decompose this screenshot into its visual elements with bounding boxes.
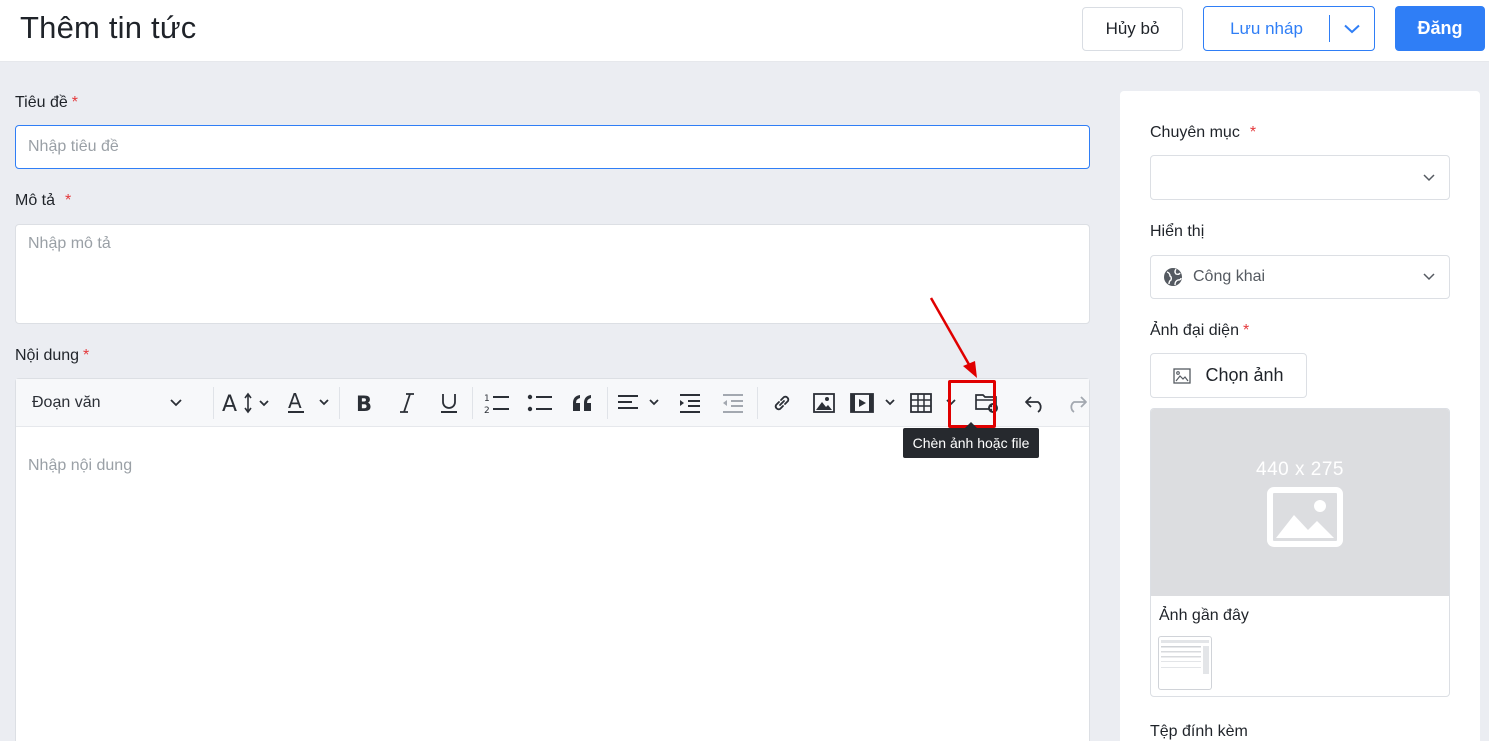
bold-button[interactable]: B <box>348 387 380 419</box>
image-placeholder[interactable]: 440 x 275 <box>1151 409 1449 596</box>
toolbar-divider <box>472 387 473 419</box>
highlight-box <box>948 380 996 428</box>
outdent-icon <box>723 394 743 413</box>
draft-options-button[interactable] <box>1330 7 1374 50</box>
redo-icon <box>1070 396 1087 413</box>
recent-images-label: Ảnh gần đây <box>1159 607 1249 624</box>
image-icon <box>813 393 835 413</box>
bulleted-list-button[interactable] <box>523 387 557 419</box>
toolbar-divider <box>339 387 340 419</box>
font-size-button[interactable]: A <box>221 387 273 419</box>
outdent-button[interactable] <box>716 387 750 419</box>
choose-image-button[interactable]: Chọn ảnh <box>1150 353 1307 398</box>
bold-icon: B <box>356 392 372 414</box>
font-color-icon: A <box>288 390 329 413</box>
blockquote-button[interactable] <box>566 387 600 419</box>
numbered-list-icon: 12 <box>484 394 509 414</box>
chevron-down-icon <box>1344 24 1360 33</box>
visibility-select[interactable]: Công khai <box>1150 255 1450 299</box>
svg-text:A: A <box>288 390 302 413</box>
image-button[interactable] <box>807 387 841 419</box>
insert-file-tooltip: Chèn ảnh hoặc file <box>903 422 1039 458</box>
content-label: Nội dung * <box>15 347 89 365</box>
annotation-arrow <box>929 297 977 378</box>
undo-icon <box>1025 396 1042 413</box>
redo-button[interactable] <box>1060 387 1094 419</box>
save-draft-button[interactable]: Lưu nháp <box>1204 7 1329 50</box>
category-label: Chuyên mục * <box>1150 124 1256 142</box>
media-icon <box>850 393 895 413</box>
underline-button[interactable] <box>433 387 465 419</box>
svg-text:A: A <box>222 392 237 415</box>
page-title: Thêm tin tức <box>20 10 197 45</box>
font-size-icon: A <box>222 392 269 415</box>
recent-image-thumbnail[interactable] <box>1158 636 1212 690</box>
save-draft-button-group: Lưu nháp <box>1203 6 1375 51</box>
required-mark: * <box>65 192 72 209</box>
visibility-value: Công khai <box>1193 268 1266 285</box>
undo-button[interactable] <box>1018 387 1052 419</box>
toolbar-divider <box>607 387 608 419</box>
italic-icon <box>400 393 414 413</box>
category-label-text: Chuyên mục <box>1150 124 1240 141</box>
chevron-down-icon <box>1423 273 1435 281</box>
font-color-button[interactable]: A <box>284 387 334 419</box>
content-label-text: Nội dung <box>15 347 80 364</box>
link-icon <box>774 395 790 411</box>
page-header: Thêm tin tức Hủy bỏ Lưu nháp Đăng <box>0 0 1489 62</box>
choose-image-label: Chọn ảnh <box>1205 365 1284 385</box>
media-button[interactable] <box>849 387 901 419</box>
content-input[interactable]: Nhập nội dung <box>28 457 132 475</box>
svg-text:1: 1 <box>484 394 490 404</box>
bulleted-list-icon <box>527 394 552 412</box>
image-icon <box>1173 367 1192 384</box>
title-label: Tiêu đề * <box>15 94 78 112</box>
attachments-label: Tệp đính kèm <box>1150 723 1248 740</box>
required-mark: * <box>1242 322 1250 339</box>
svg-text:B: B <box>356 392 372 414</box>
toolbar-divider <box>213 387 214 419</box>
indent-icon <box>680 394 700 413</box>
screenshot-thumbnail-icon <box>1161 640 1209 674</box>
blockquote-icon <box>573 395 591 411</box>
required-mark: * <box>71 94 79 111</box>
placeholder-image-icon <box>1267 487 1343 547</box>
italic-button[interactable] <box>391 387 423 419</box>
chevron-down-icon <box>1423 173 1435 181</box>
visibility-label: Hiển thị <box>1150 223 1205 240</box>
numbered-list-button[interactable]: 12 <box>480 387 514 419</box>
visibility-selected: Công khai <box>1163 267 1265 287</box>
indent-button[interactable] <box>673 387 707 419</box>
image-preview-box: 440 x 275 Ảnh gần đây <box>1150 408 1450 697</box>
title-input[interactable]: Nhập tiêu đề <box>15 125 1090 169</box>
editor-toolbar: Đoạn văn A A B 12 <box>16 379 1089 427</box>
paragraph-format-value: Đoạn văn <box>32 394 101 411</box>
align-button[interactable] <box>616 387 666 419</box>
placeholder-size-text: 440 x 275 <box>1256 459 1344 480</box>
required-mark: * <box>83 347 90 364</box>
chevron-down-icon <box>170 399 182 407</box>
cancel-button[interactable]: Hủy bỏ <box>1082 7 1183 51</box>
link-button[interactable] <box>765 387 799 419</box>
globe-icon <box>1164 268 1182 286</box>
category-select[interactable] <box>1150 155 1450 200</box>
paragraph-format-select[interactable]: Đoạn văn <box>26 387 188 419</box>
underline-icon <box>441 394 457 413</box>
publish-button[interactable]: Đăng <box>1395 6 1485 51</box>
toolbar-divider <box>757 387 758 419</box>
description-label: Mô tả * <box>15 192 71 210</box>
required-mark: * <box>1249 124 1257 141</box>
svg-text:2: 2 <box>484 406 490 414</box>
avatar-label-text: Ảnh đại diện <box>1150 322 1239 339</box>
description-label-text: Mô tả <box>15 192 56 209</box>
sidebar-panel: Chuyên mục * Hiển thị Công khai Ảnh đại d… <box>1120 91 1480 741</box>
title-label-text: Tiêu đề <box>15 94 68 111</box>
align-icon <box>618 395 659 409</box>
avatar-label: Ảnh đại diện * <box>1150 322 1249 340</box>
